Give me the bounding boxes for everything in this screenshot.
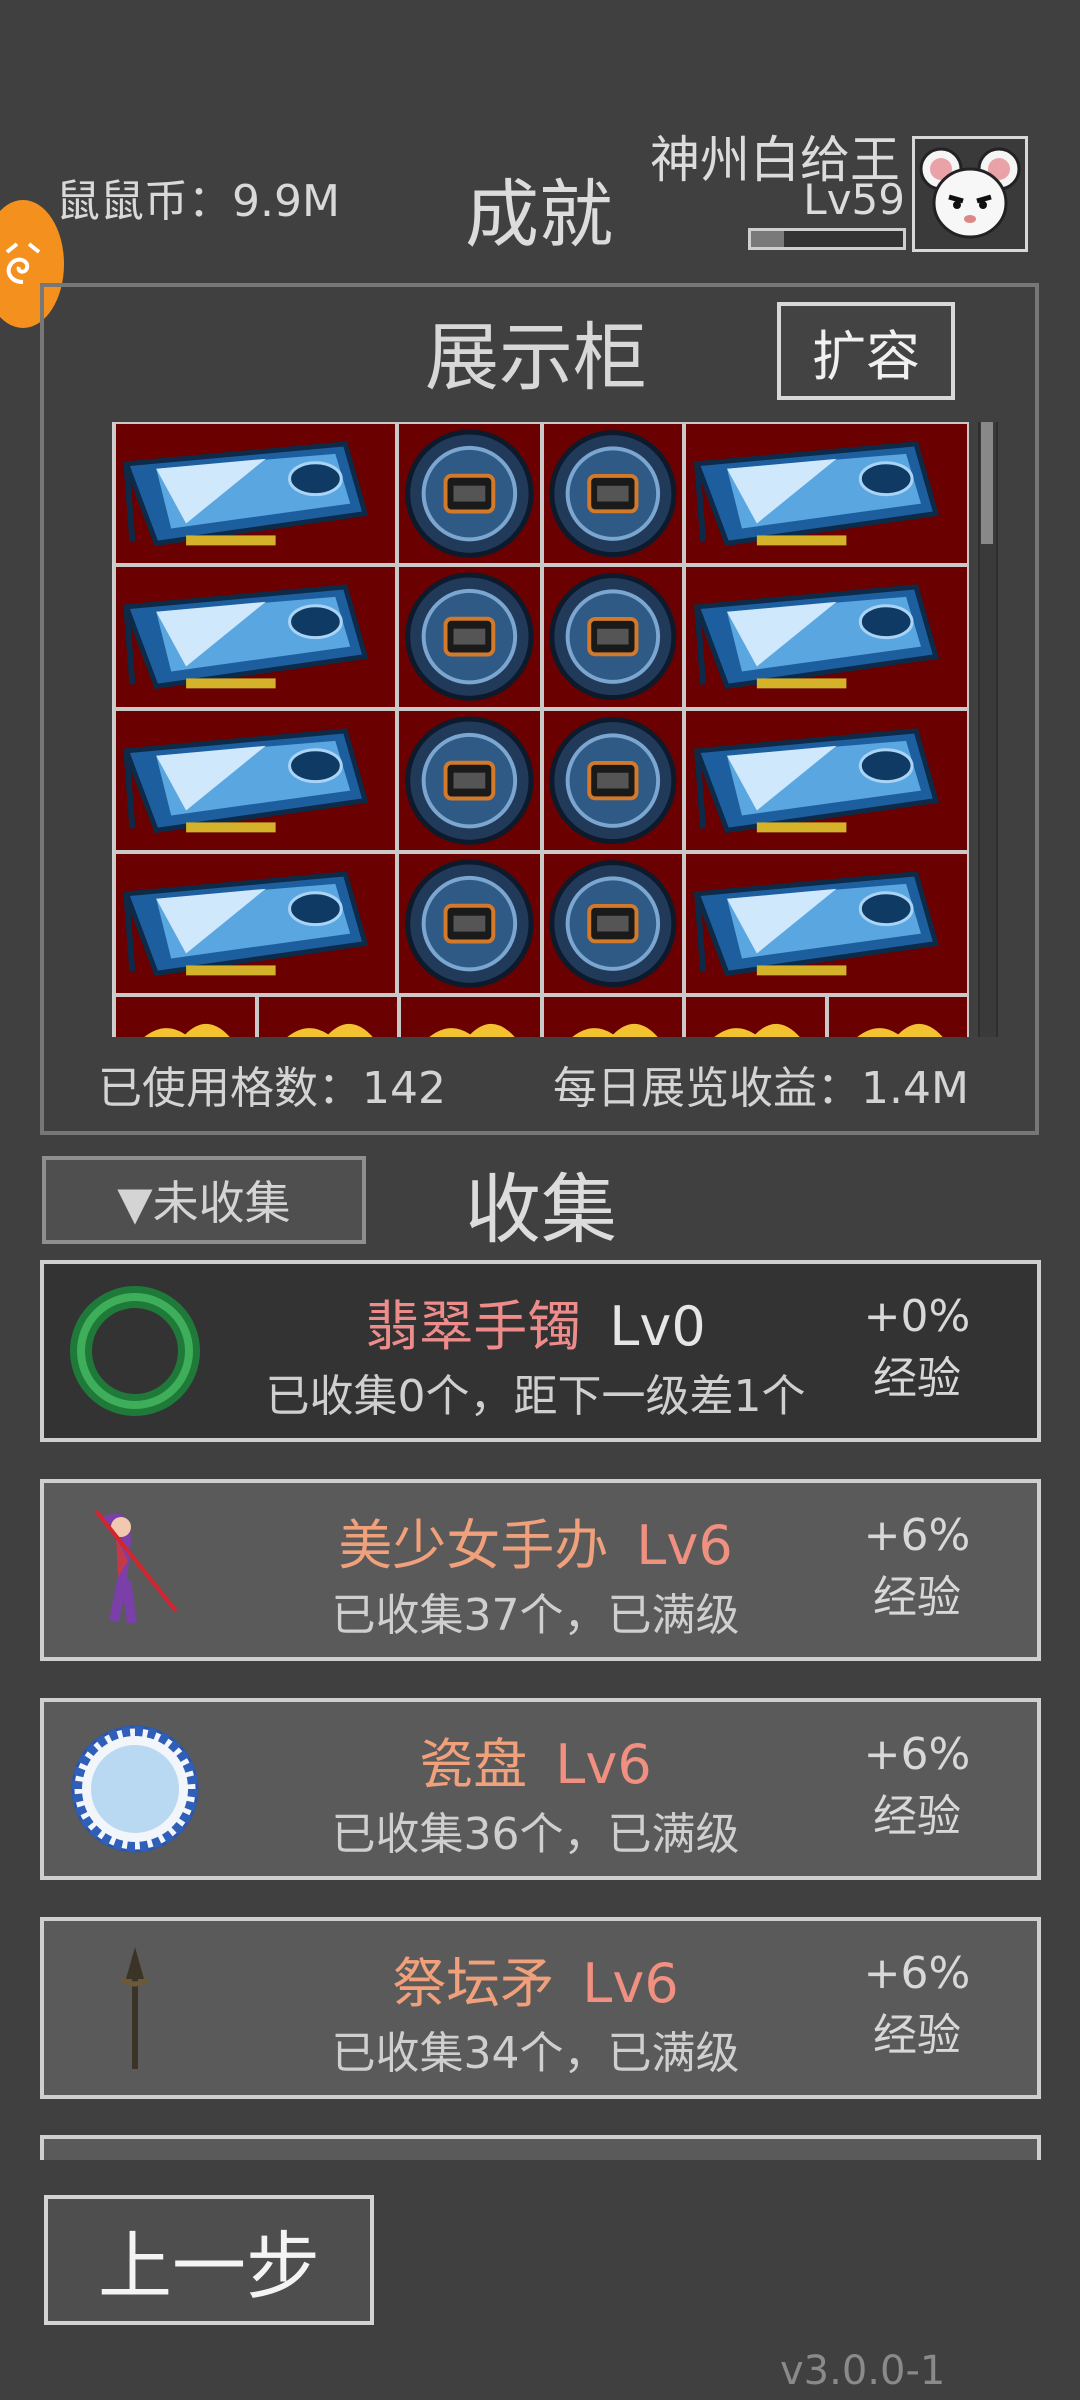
coin-balance: 鼠鼠币：9.9M (56, 176, 340, 227)
bonus-value: +0% (863, 1291, 971, 1342)
gold-item[interactable] (826, 995, 969, 1037)
watch-item[interactable] (542, 851, 684, 996)
version-label: v3.0.0-1 (780, 2348, 946, 2394)
watch-item[interactable] (542, 422, 684, 566)
jade-bracelet-icon (66, 1282, 204, 1420)
collection-item[interactable]: 翡翠手镯 Lv0 已收集0个，距下一级差1个 +0% 经验 (40, 1260, 1041, 1442)
bonus-value: +6% (863, 1948, 971, 1999)
gold-item[interactable] (399, 995, 542, 1037)
graphics-card-item[interactable] (684, 422, 969, 566)
bonus-label: 经验 (873, 1572, 961, 1623)
item-bonus: +6% 经验 (837, 1943, 997, 2067)
used-cells-count: 已使用格数：142 (98, 1063, 446, 1114)
item-level: Lv6 (582, 1952, 679, 2015)
graphics-card-item[interactable] (684, 708, 969, 852)
collection-title: 收集 (465, 1165, 617, 1254)
item-status: 已收集34个，已满级 (331, 2028, 740, 2079)
figurine-icon (66, 1501, 204, 1639)
item-status: 已收集37个，已满级 (331, 1590, 740, 1641)
watch-item[interactable] (397, 708, 543, 852)
item-status: 已收集36个，已满级 (331, 1809, 740, 1860)
graphics-card-item[interactable] (684, 565, 969, 709)
graphics-card-item[interactable] (114, 851, 398, 996)
watch-item[interactable] (542, 708, 684, 852)
bonus-value: +6% (863, 1510, 971, 1561)
collection-item[interactable] (40, 2135, 1041, 2160)
graphics-card-item[interactable] (114, 422, 398, 566)
watch-item[interactable] (542, 565, 684, 709)
collection-item[interactable]: 祭坛矛 Lv6 已收集34个，已满级 +6% 经验 (40, 1917, 1041, 2099)
item-title: 祭坛矛 Lv6 (234, 1939, 837, 2018)
porcelain-plate-icon (66, 1720, 204, 1858)
xp-progress-bar (748, 228, 906, 250)
item-level: Lv6 (555, 1733, 652, 1796)
page-title: 成就 (465, 172, 613, 258)
back-button[interactable]: 上一步 (44, 2195, 374, 2325)
gold-item[interactable] (541, 995, 684, 1037)
player-level: Lv59 (803, 175, 905, 224)
item-title: 翡翠手镯 Lv0 (234, 1282, 837, 1361)
xp-progress-fill (751, 231, 785, 247)
bonus-value: +6% (863, 1729, 971, 1780)
graphics-card-item[interactable] (114, 708, 398, 852)
collection-item[interactable]: 美少女手办 Lv6 已收集37个，已满级 +6% 经验 (40, 1479, 1041, 1661)
expand-button[interactable]: 扩容 (777, 302, 955, 400)
graphics-card-item[interactable] (114, 565, 398, 709)
item-bonus: +0% 经验 (837, 1286, 997, 1410)
gold-item[interactable] (684, 995, 827, 1037)
item-name: 祭坛矛 (392, 1952, 555, 2015)
bonus-label: 经验 (873, 2010, 961, 2061)
altar-spear-icon (66, 1939, 204, 2077)
watch-item[interactable] (397, 851, 543, 996)
item-bonus: +6% 经验 (837, 1505, 997, 1629)
item-level: Lv0 (609, 1295, 706, 1358)
mouse-avatar-icon (915, 139, 1025, 249)
cabinet-title: 展示柜 (425, 315, 647, 401)
cabinet-grid[interactable] (112, 422, 969, 1037)
item-level: Lv6 (636, 1514, 733, 1577)
item-name: 美少女手办 (338, 1514, 609, 1577)
gold-item[interactable] (114, 995, 257, 1037)
avatar[interactable] (912, 136, 1028, 252)
collection-item[interactable]: 瓷盘 Lv6 已收集36个，已满级 +6% 经验 (40, 1698, 1041, 1880)
item-title: 瓷盘 Lv6 (234, 1720, 837, 1799)
watch-item[interactable] (397, 422, 543, 566)
item-bonus: +6% 经验 (837, 1724, 997, 1848)
item-name: 瓷盘 (419, 1733, 528, 1796)
collection-list[interactable]: 翡翠手镯 Lv0 已收集0个，距下一级差1个 +0% 经验 美少女手办 Lv6 已收集… (40, 1255, 1042, 2160)
gold-item[interactable] (256, 995, 399, 1037)
item-name: 翡翠手镯 (365, 1295, 582, 1358)
graphics-card-item[interactable] (684, 851, 969, 996)
filter-dropdown[interactable]: ▼未收集 (42, 1156, 366, 1244)
item-status: 已收集0个，距下一级差1个 (265, 1371, 806, 1422)
daily-income: 每日展览收益：1.4M (553, 1063, 969, 1114)
item-title: 美少女手办 Lv6 (234, 1501, 837, 1580)
bonus-label: 经验 (873, 1791, 961, 1842)
cabinet-scroll-thumb[interactable] (981, 422, 993, 544)
bonus-label: 经验 (873, 1353, 961, 1404)
watch-item[interactable] (397, 565, 543, 709)
